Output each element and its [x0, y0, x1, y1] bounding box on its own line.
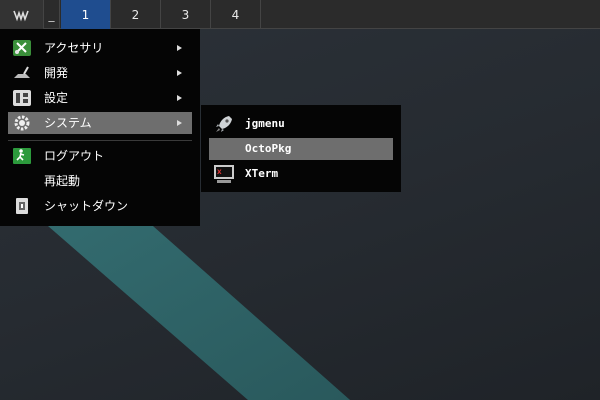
- main-menu: アクセサリ 開発 設定 システム ログアウト 再起動 シャットダウン: [0, 29, 200, 226]
- menu-item-reboot[interactable]: 再起動: [8, 170, 192, 192]
- system-submenu: jgmenu OctoPkg X XTerm: [201, 105, 401, 192]
- submenu-item-xterm[interactable]: X XTerm: [209, 163, 393, 185]
- menu-item-label: ログアウト: [44, 149, 105, 163]
- menu-item-settings[interactable]: 設定: [8, 87, 192, 109]
- menu-item-development[interactable]: 開発: [8, 62, 192, 84]
- shutdown-icon: [16, 198, 28, 214]
- submenu-item-label: jgmenu: [245, 117, 285, 130]
- menu-item-label: 再起動: [44, 174, 81, 188]
- settings-icon: [13, 90, 31, 106]
- menu-item-accessories[interactable]: アクセサリ: [8, 37, 192, 59]
- workspace-3-button[interactable]: 3: [161, 0, 211, 29]
- system-gear-icon: [14, 115, 30, 131]
- menu-item-label: 開発: [44, 66, 69, 80]
- submenu-item-label: XTerm: [245, 167, 279, 180]
- menu-item-logout[interactable]: ログアウト: [8, 145, 192, 167]
- terminal-icon: X: [214, 165, 234, 183]
- panel-separator: _: [44, 0, 60, 29]
- menu-item-label: 設定: [44, 91, 69, 105]
- workspace-4-button[interactable]: 4: [211, 0, 261, 29]
- submenu-arrow-icon: [177, 95, 182, 101]
- development-icon: [14, 66, 30, 78]
- submenu-arrow-icon: [177, 70, 182, 76]
- logout-icon: [13, 148, 31, 164]
- menu-item-system[interactable]: システム: [8, 112, 192, 134]
- workspace-2-button[interactable]: 2: [111, 0, 161, 29]
- menu-divider: [8, 140, 192, 141]
- top-panel: _ 1 2 3 4: [0, 0, 600, 29]
- rocket-icon: [216, 116, 232, 132]
- menu-item-label: アクセサリ: [44, 41, 104, 55]
- accessories-icon: [13, 40, 31, 56]
- menu-item-shutdown[interactable]: シャットダウン: [8, 195, 192, 217]
- menu-logo-icon[interactable]: [0, 0, 44, 29]
- submenu-item-jgmenu[interactable]: jgmenu: [209, 113, 393, 135]
- workspace-1-button[interactable]: 1: [61, 0, 111, 29]
- submenu-arrow-icon: [177, 45, 182, 51]
- menu-item-label: シャットダウン: [44, 199, 129, 213]
- svg-text:X: X: [217, 169, 222, 176]
- submenu-item-octopkg[interactable]: OctoPkg: [209, 138, 393, 160]
- menu-item-label: システム: [44, 116, 92, 130]
- submenu-arrow-icon: [177, 120, 182, 126]
- submenu-item-label: OctoPkg: [245, 142, 292, 155]
